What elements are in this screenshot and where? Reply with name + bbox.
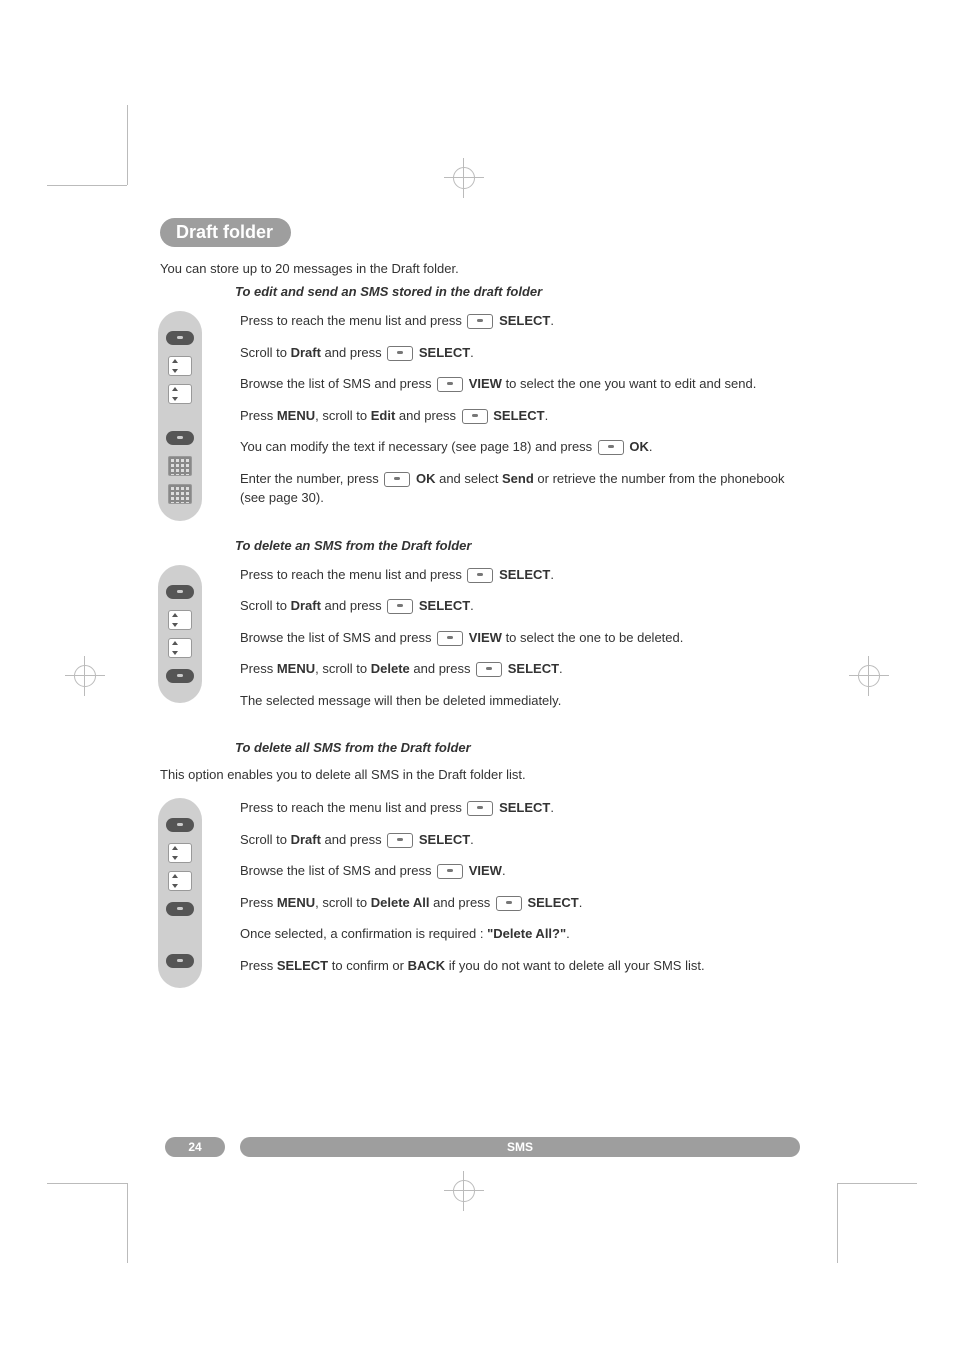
softkey-icon xyxy=(437,631,463,646)
step-text: Press SELECT to confirm or BACK if you d… xyxy=(240,956,800,976)
step-text: Enter the number, press OK and select Se… xyxy=(240,469,800,508)
softkey-icon xyxy=(437,377,463,392)
softkey-icon xyxy=(387,833,413,848)
softkey-icon xyxy=(387,346,413,361)
procedure-title: To delete an SMS from the Draft folder xyxy=(235,538,800,553)
procedure-block: Press to reach the menu list and press S… xyxy=(160,311,800,508)
step-text: Press MENU, scroll to Edit and press SEL… xyxy=(240,406,800,426)
softkey-icon xyxy=(166,814,194,836)
step-text: The selected message will then be delete… xyxy=(240,691,800,711)
procedure-title: To edit and send an SMS stored in the dr… xyxy=(235,284,800,299)
step-text: Scroll to Draft and press SELECT. xyxy=(240,343,800,363)
icon-rail xyxy=(158,565,202,703)
step-text: Press MENU, scroll to Delete and press S… xyxy=(240,659,800,679)
procedure-block: Press to reach the menu list and press S… xyxy=(160,798,800,975)
icon-rail xyxy=(158,311,202,521)
footer-label: SMS xyxy=(240,1137,800,1157)
step-text: Browse the list of SMS and press VIEW to… xyxy=(240,374,800,394)
softkey-icon xyxy=(437,864,463,879)
intro-text: You can store up to 20 messages in the D… xyxy=(160,261,800,276)
nav-icon xyxy=(166,383,194,405)
nav-icon xyxy=(166,842,194,864)
registration-mark-bottom xyxy=(420,1179,508,1203)
nav-icon xyxy=(166,609,194,631)
step-text: Scroll to Draft and press SELECT. xyxy=(240,596,800,616)
registration-mark-top xyxy=(420,166,508,190)
spacer xyxy=(166,926,194,944)
softkey-icon xyxy=(166,665,194,687)
keypad-icon xyxy=(166,483,194,505)
softkey-icon xyxy=(462,409,488,424)
softkey-icon xyxy=(166,898,194,920)
section-title: Draft folder xyxy=(160,218,291,247)
step-text: Browse the list of SMS and press VIEW. xyxy=(240,861,800,881)
softkey-icon xyxy=(467,314,493,329)
step-text: Press MENU, scroll to Delete All and pre… xyxy=(240,893,800,913)
registration-mark-left xyxy=(60,664,110,688)
softkey-icon xyxy=(166,581,194,603)
softkey-icon xyxy=(476,662,502,677)
step-text: Press to reach the menu list and press S… xyxy=(240,311,800,331)
page-footer: 24 SMS xyxy=(160,1137,800,1161)
procedure-title: To delete all SMS from the Draft folder xyxy=(235,740,800,755)
procedure-block: Press to reach the menu list and press S… xyxy=(160,565,800,711)
softkey-icon xyxy=(598,440,624,455)
softkey-icon xyxy=(496,896,522,911)
step-text: Once selected, a confirmation is require… xyxy=(240,924,800,944)
step-text: Press to reach the menu list and press S… xyxy=(240,565,800,585)
step-text: Scroll to Draft and press SELECT. xyxy=(240,830,800,850)
softkey-icon xyxy=(467,568,493,583)
softkey-icon xyxy=(384,472,410,487)
registration-mark-right xyxy=(844,664,894,688)
softkey-icon xyxy=(467,801,493,816)
step-text: Press to reach the menu list and press S… xyxy=(240,798,800,818)
page-number: 24 xyxy=(165,1137,225,1157)
softkey-icon xyxy=(166,327,194,349)
procedure-intro: This option enables you to delete all SM… xyxy=(160,767,800,782)
nav-icon xyxy=(166,355,194,377)
step-text: You can modify the text if necessary (se… xyxy=(240,437,800,457)
step-text: Browse the list of SMS and press VIEW to… xyxy=(240,628,800,648)
nav-icon xyxy=(166,637,194,659)
nav-icon xyxy=(166,870,194,892)
keypad-icon xyxy=(166,455,194,477)
softkey-icon xyxy=(387,599,413,614)
softkey-icon xyxy=(166,950,194,972)
icon-rail xyxy=(158,798,202,988)
softkey-icon xyxy=(166,427,194,449)
